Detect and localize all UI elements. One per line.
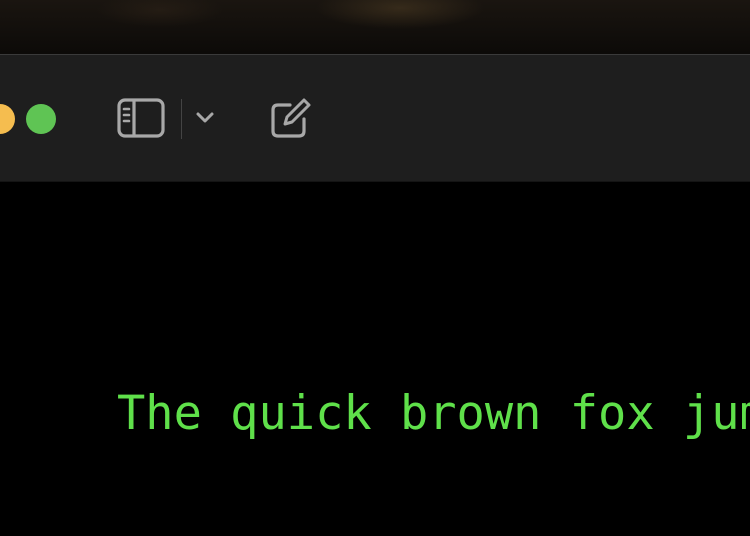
sidebar-options-button[interactable]: [190, 101, 220, 135]
screen: The quick brown fox jumps over the lazy …: [0, 0, 750, 536]
new-note-button[interactable]: [263, 93, 317, 145]
desktop-background: [0, 0, 750, 54]
window-toolbar: [0, 55, 750, 182]
zoom-button[interactable]: [26, 104, 56, 134]
sidebar-toggle-button[interactable]: [112, 93, 170, 143]
toolbar-divider: [181, 99, 182, 139]
chevron-down-icon: [196, 112, 214, 123]
sidebar-icon: [117, 98, 165, 138]
note-text[interactable]: The quick brown fox jumps over the lazy …: [117, 386, 750, 442]
minimize-button[interactable]: [0, 104, 15, 134]
notes-window: The quick brown fox jumps over the lazy …: [0, 54, 750, 536]
compose-icon: [271, 98, 311, 138]
note-editor[interactable]: The quick brown fox jumps over the lazy …: [0, 182, 750, 536]
